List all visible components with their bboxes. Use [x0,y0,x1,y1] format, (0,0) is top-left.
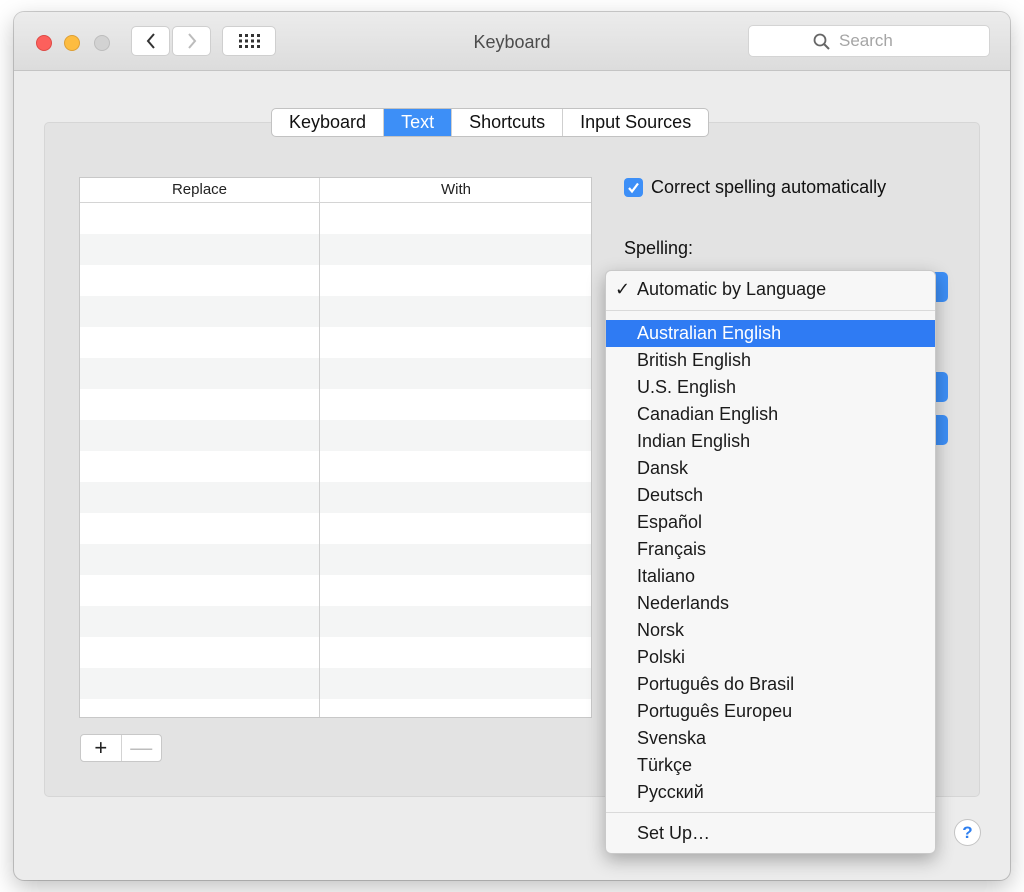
remove-button[interactable]: — [122,735,162,761]
menu-item-language[interactable]: Norsk [606,617,935,644]
table-row[interactable] [80,668,591,699]
checkmark-icon: ✓ [615,279,631,299]
search-input[interactable] [839,31,979,51]
correct-spelling-checkbox[interactable] [624,178,643,197]
menu-item-language[interactable]: Australian English [606,320,935,347]
menu-separator [606,812,935,813]
table-row[interactable] [80,420,591,451]
menu-item-language[interactable]: Svenska [606,725,935,752]
table-row[interactable] [80,637,591,668]
add-button[interactable]: + [81,735,122,761]
correct-spelling-option[interactable]: Correct spelling automatically [624,177,886,198]
menu-item-language[interactable]: Italiano [606,563,935,590]
table-rows [80,203,591,717]
table-row[interactable] [80,327,591,358]
menu-item-automatic-by-language[interactable]: ✓ Automatic by Language [606,276,935,303]
table-row[interactable] [80,575,591,606]
checkmark-icon [628,182,639,194]
table-row[interactable] [80,358,591,389]
table-row[interactable] [80,513,591,544]
title-bar: Keyboard [14,12,1010,71]
menu-item-language[interactable]: Dansk [606,455,935,482]
menu-item-set-up[interactable]: Set Up… [606,820,935,847]
column-divider [319,203,320,717]
correct-spelling-label: Correct spelling automatically [651,177,887,197]
menu-item-language[interactable]: Polski [606,644,935,671]
menu-item-language[interactable]: Français [606,536,935,563]
table-row[interactable] [80,296,591,327]
replacements-table[interactable]: Replace With [79,177,592,718]
table-row[interactable] [80,451,591,482]
menu-item-language[interactable]: Русский [606,779,935,806]
menu-item-language[interactable]: Canadian English [606,401,935,428]
menu-item-language[interactable]: Türkçe [606,752,935,779]
popup-stepper[interactable] [934,372,948,402]
column-header-with[interactable]: With [320,178,591,202]
tab-bar: Keyboard Text Shortcuts Input Sources [271,108,710,137]
menu-item-language[interactable]: Indian English [606,428,935,455]
table-row[interactable] [80,699,591,717]
menu-item-language[interactable]: Português do Brasil [606,671,935,698]
menu-item-label: Automatic by Language [637,279,827,299]
menu-item-language[interactable]: U.S. English [606,374,935,401]
menu-item-language[interactable]: Português Europeu [606,698,935,725]
table-row[interactable] [80,203,591,234]
add-remove-control: + — [80,734,162,762]
tab-keyboard[interactable]: Keyboard [272,109,385,136]
table-row[interactable] [80,265,591,296]
menu-separator [606,310,935,311]
menu-item-language[interactable]: British English [606,347,935,374]
spelling-label: Spelling: [624,238,694,258]
table-row[interactable] [80,482,591,513]
search-field[interactable] [748,25,990,57]
menu-item-language[interactable]: Español [606,509,935,536]
tab-input-sources[interactable]: Input Sources [563,109,708,136]
column-header-replace[interactable]: Replace [80,178,320,202]
tab-text[interactable]: Text [384,109,453,136]
tab-shortcuts[interactable]: Shortcuts [452,109,564,136]
spelling-popup-stepper[interactable] [934,272,948,302]
help-button[interactable]: ? [954,819,981,846]
table-row[interactable] [80,389,591,420]
table-row[interactable] [80,606,591,637]
spelling-dropdown-menu: ✓ Automatic by Language Australian Engli… [605,270,936,854]
menu-item-language[interactable]: Deutsch [606,482,935,509]
table-header: Replace With [80,178,591,203]
table-row[interactable] [80,234,591,265]
search-icon [813,33,830,50]
popup-stepper[interactable] [934,415,948,445]
menu-item-language[interactable]: Nederlands [606,590,935,617]
table-row[interactable] [80,544,591,575]
